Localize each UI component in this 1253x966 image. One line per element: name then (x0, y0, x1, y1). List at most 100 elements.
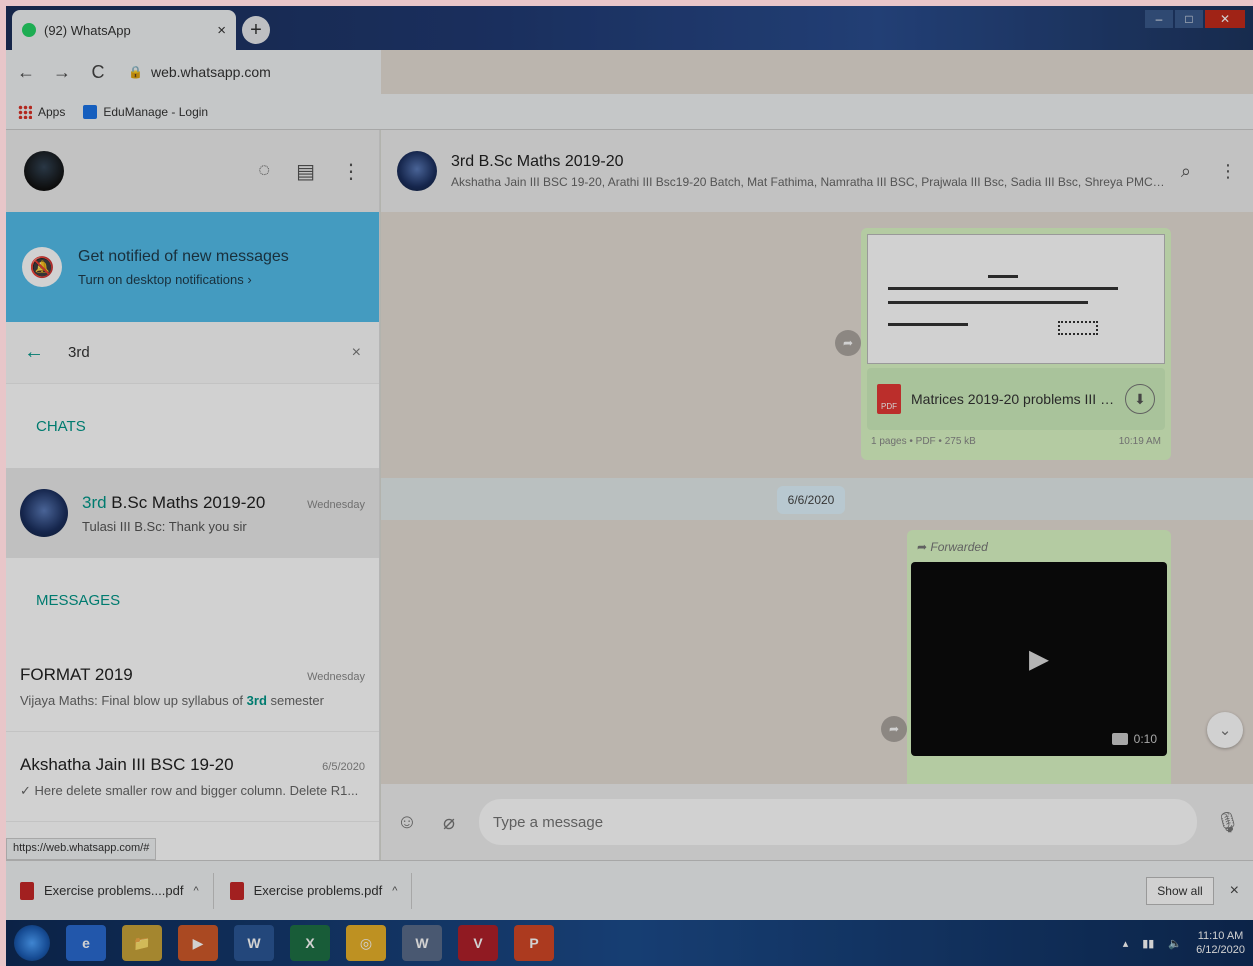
whatsapp-favicon-icon (22, 23, 36, 37)
video-duration: 0:10 (1111, 732, 1157, 746)
notification-link[interactable]: Turn on desktop notifications › (78, 272, 289, 287)
taskbar-powerpoint-icon[interactable]: P (514, 925, 554, 961)
message-result-row[interactable]: FORMAT 2019 Wednesday Vijaya Maths: Fina… (6, 642, 379, 732)
bookmarks-bar: Apps EduManage - Login (6, 94, 1253, 130)
show-all-downloads-button[interactable]: Show all (1146, 876, 1214, 905)
minimize-button[interactable]: – (1145, 10, 1173, 28)
notification-text: Get notified of new messages Turn on des… (78, 248, 289, 287)
taskbar-word-icon[interactable]: W (234, 925, 274, 961)
browser-tab-whatsapp[interactable]: (92) WhatsApp × (12, 10, 236, 50)
preview-text: semester (266, 693, 324, 708)
pdf-icon: PDF (877, 384, 901, 414)
scroll-down-button[interactable]: ⌄ (1207, 712, 1243, 748)
search-input[interactable] (68, 344, 328, 361)
play-icon[interactable]: ▶ (1029, 644, 1049, 675)
status-url: https://web.whatsapp.com/# (6, 838, 157, 860)
document-file-row: PDF Matrices 2019-20 problems III B... ⬇ (867, 368, 1165, 430)
chats-section-title: CHATS (6, 384, 379, 468)
forward-button[interactable]: → (52, 62, 72, 83)
forwarded-label: ➦ Forwarded (917, 540, 988, 554)
screen: (92) WhatsApp × + – □ ✕ ← → C 🔒 web.what… (6, 6, 1253, 966)
duration-text: 0:10 (1133, 732, 1157, 746)
search-highlight: 3rd (246, 693, 267, 708)
chat-preview: Tulasi III B.Sc: Thank you sir (82, 518, 247, 534)
clear-search-icon[interactable]: × (352, 344, 361, 362)
conversation-menu-icon[interactable]: ⋮ (1219, 161, 1237, 182)
messages-section-title: MESSAGES (6, 558, 379, 642)
group-name: 3rd B.Sc Maths 2019-20 (451, 153, 624, 170)
network-icon[interactable]: ▮▮ (1142, 937, 1154, 950)
group-avatar[interactable] (397, 151, 437, 191)
group-members: Akshatha Jain III BSC 19-20, Arathi III … (451, 175, 1167, 189)
document-message[interactable]: PDF Matrices 2019-20 problems III B... ⬇… (861, 228, 1171, 460)
message-area: ➦ PDF Matrices 2019-20 problems III B...… (381, 212, 1253, 784)
taskbar-chrome-icon[interactable]: ◎ (346, 925, 386, 961)
clock[interactable]: 11:10 AM 6/12/2020 (1196, 929, 1245, 958)
browser-toolbar: ← → C 🔒 web.whatsapp.com ☆ ⋮ (6, 50, 1253, 780)
forward-share-icon[interactable]: ➦ (881, 716, 907, 742)
chat-name: 3rd B.Sc Maths 2019-20 (82, 493, 265, 513)
document-meta: 1 pages • PDF • 275 kB 10:19 AM (867, 436, 1165, 447)
start-button[interactable] (14, 925, 50, 961)
my-avatar[interactable] (24, 151, 64, 191)
close-downloads-icon[interactable]: × (1230, 882, 1239, 900)
message-time: 10:19 AM (1118, 436, 1161, 447)
chat-list-panel: ◌ ▤ ⋮ 🔕 Get notified of new messages Tur… (6, 130, 380, 860)
video-thumbnail[interactable]: ▶ 0:10 (911, 562, 1167, 756)
bookmark-edumanage[interactable]: EduManage - Login (83, 104, 208, 119)
document-preview-thumbnail (867, 234, 1165, 364)
window-controls: – □ ✕ (1145, 10, 1245, 28)
search-icon[interactable]: ⌕ (1181, 161, 1191, 182)
chat-result-row[interactable]: 3rd B.Sc Maths 2019-20 Wednesday Tulasi … (6, 468, 379, 558)
notification-banner[interactable]: 🔕 Get notified of new messages Turn on d… (6, 212, 379, 322)
conversation-header-icons: ⌕ ⋮ (1181, 161, 1237, 182)
download-item[interactable]: Exercise problems....pdf ^ (20, 872, 214, 909)
taskbar-media-icon[interactable]: ▶ (178, 925, 218, 961)
maximize-button[interactable]: □ (1175, 10, 1203, 28)
taskbar-app-icon[interactable]: V (458, 925, 498, 961)
message-composer: ☺ ⌀ 🎙 (381, 784, 1253, 860)
forward-share-icon[interactable]: ➦ (835, 330, 861, 356)
taskbar-wordpad-icon[interactable]: W (402, 925, 442, 961)
browser-tab-bar: (92) WhatsApp × + – □ ✕ (6, 6, 1253, 50)
microphone-icon[interactable]: 🎙 (1215, 810, 1240, 835)
bookmark-apps[interactable]: Apps (18, 104, 66, 119)
message-time: Wednesday (307, 671, 365, 683)
lock-icon: 🔒 (128, 65, 143, 79)
message-result-row[interactable]: Akshatha Jain III BSC 19-20 6/5/2020 ✓ H… (6, 732, 379, 822)
message-input[interactable] (479, 799, 1197, 845)
video-message[interactable]: ➦ Forwarded ▶ 0:10 (907, 530, 1171, 784)
download-options-icon[interactable]: ^ (193, 885, 198, 897)
tab-close-icon[interactable]: × (217, 22, 226, 39)
taskbar-explorer-icon[interactable]: 📁 (122, 925, 162, 961)
download-options-icon[interactable]: ^ (392, 885, 397, 897)
download-item[interactable]: Exercise problems.pdf ^ (229, 872, 413, 909)
bookmark-label: Apps (38, 104, 66, 119)
back-button[interactable]: ← (16, 62, 36, 83)
status-icon[interactable]: ◌ (258, 159, 270, 184)
menu-icon[interactable]: ⋮ (341, 159, 361, 184)
new-tab-button[interactable]: + (242, 16, 270, 44)
new-chat-icon[interactable]: ▤ (296, 159, 315, 184)
whatsapp-app: ◌ ▤ ⋮ 🔕 Get notified of new messages Tur… (6, 130, 1253, 860)
edumanage-icon (83, 104, 98, 119)
attach-icon[interactable]: ⌀ (437, 810, 461, 835)
reload-button[interactable]: C (88, 62, 108, 83)
emoji-icon[interactable]: ☺ (395, 811, 419, 834)
message-chat-name: FORMAT 2019 (20, 665, 133, 684)
date-divider: 6/6/2020 (777, 486, 845, 514)
download-icon[interactable]: ⬇ (1125, 384, 1155, 414)
tray-arrow-icon[interactable]: ▴ (1123, 937, 1129, 950)
notification-title: Get notified of new messages (78, 247, 289, 265)
taskbar-excel-icon[interactable]: X (290, 925, 330, 961)
window-close-button[interactable]: ✕ (1205, 10, 1245, 28)
message-time: 6/5/2020 (322, 760, 365, 773)
message-chat-name: Akshatha Jain III BSC 19-20 (20, 754, 234, 774)
clock-time: 11:10 AM (1197, 929, 1244, 942)
message-preview: ✓ Here delete smaller row and bigger col… (20, 782, 359, 798)
search-back-icon[interactable]: ← (24, 341, 44, 364)
windows-taskbar: e 📁 ▶ W X ◎ W V P ▴ ▮▮ 🔈 11:10 AM 6/12/2… (6, 920, 1253, 966)
conversation-header[interactable]: 3rd B.Sc Maths 2019-20 Akshatha Jain III… (381, 130, 1253, 212)
volume-icon[interactable]: 🔈 (1168, 937, 1182, 950)
taskbar-ie-icon[interactable]: e (66, 925, 106, 961)
